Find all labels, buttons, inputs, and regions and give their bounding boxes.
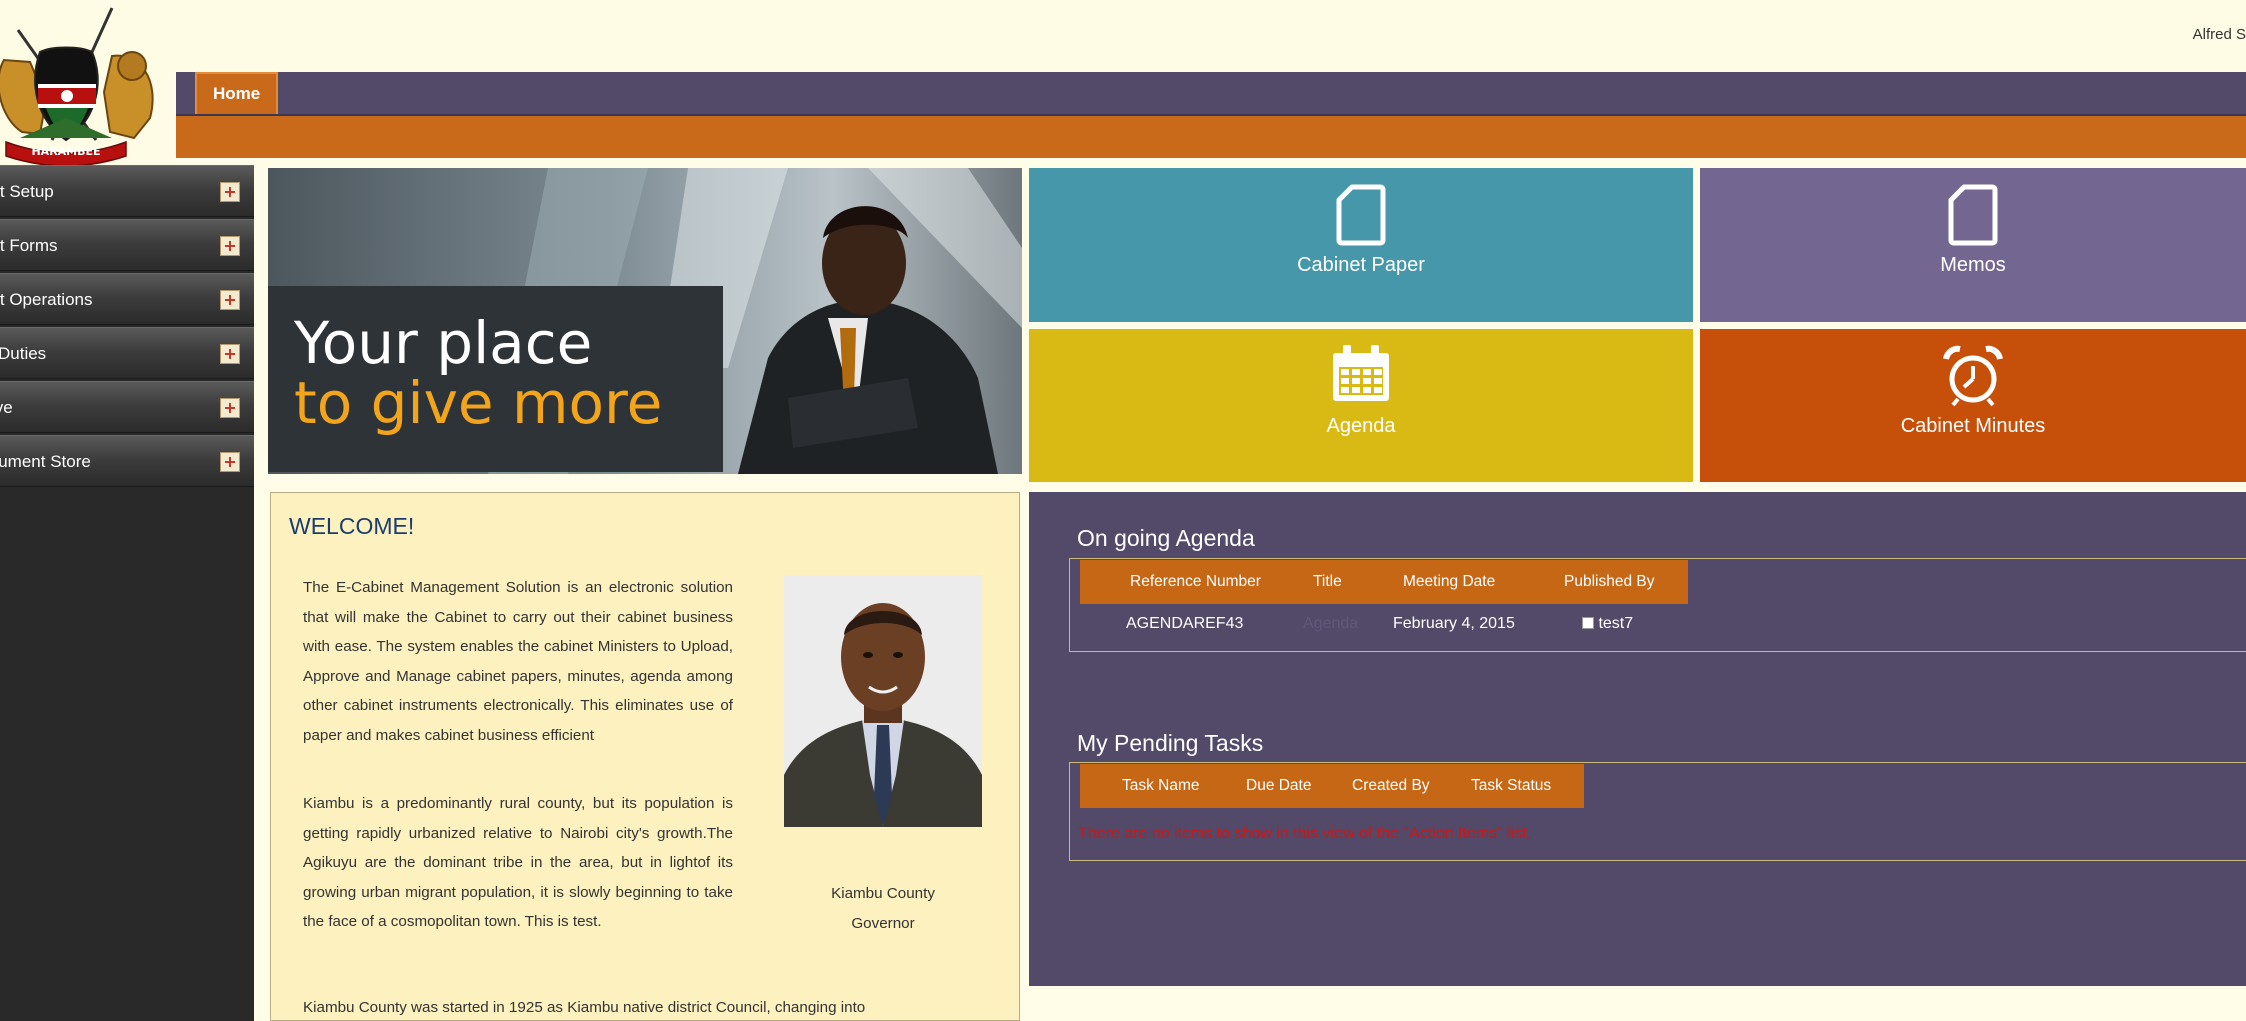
tile-agenda[interactable]: Agenda bbox=[1029, 329, 1693, 482]
sidebar-item-text: Duties bbox=[0, 344, 47, 363]
sidebar-item-cabinet-forms[interactable]: Cabinet Forms bbox=[0, 219, 254, 271]
photo-caption-line: Kiambu County bbox=[831, 885, 935, 902]
column-header[interactable]: Task Name bbox=[1122, 764, 1200, 808]
expand-icon[interactable] bbox=[220, 290, 240, 310]
welcome-paragraph: Kiambu is a predominantly rural county, … bbox=[303, 795, 733, 930]
meeting-date-cell: February 4, 2015 bbox=[1393, 615, 1515, 632]
hero-banner: Your place to give more bbox=[268, 168, 1022, 474]
tile-cabinet-paper[interactable]: Cabinet Paper bbox=[1029, 168, 1693, 322]
alarm-clock-icon bbox=[1943, 345, 2003, 407]
table-header: Task Name Due Date Created By Task Statu… bbox=[1080, 764, 1584, 808]
sidebar-item-label: Document Store bbox=[0, 436, 200, 488]
main-navbar: Home bbox=[176, 72, 2246, 116]
calendar-icon bbox=[1333, 345, 1389, 401]
document-icon bbox=[1948, 184, 1998, 246]
welcome-paragraph: Kiambu County was started in 1925 as Kia… bbox=[303, 999, 866, 1016]
table-header: Reference Number Title Meeting Date Publ… bbox=[1080, 560, 1688, 604]
sidebar-item-label: Cabinet Forms bbox=[0, 220, 200, 272]
empty-list-message: There are no items to show in this view … bbox=[1078, 825, 1532, 842]
dashboard-panel: On going Agenda Reference Number Title M… bbox=[1029, 492, 2246, 986]
governor-photo bbox=[784, 575, 982, 827]
sidebar-item-label: Cabinet Setup bbox=[0, 166, 200, 218]
photo-caption: Kiambu County Governor bbox=[783, 879, 983, 939]
photo-caption-line: Governor bbox=[851, 915, 915, 932]
sidebar-item-label: Archive bbox=[0, 382, 200, 434]
sidebar-item-duties[interactable]: Duties bbox=[0, 327, 254, 379]
tile-label: Cabinet Paper bbox=[1297, 254, 1425, 276]
tile-label: Agenda bbox=[1326, 415, 1396, 437]
sidebar-item-label: Cabinet Operations bbox=[0, 274, 200, 326]
sidebar: Cabinet Setup Cabinet Forms Cabinet Oper… bbox=[0, 165, 254, 1021]
welcome-paragraph: The E-Cabinet Management Solution is an … bbox=[303, 579, 733, 744]
sidebar-item-text: Archive bbox=[0, 398, 13, 417]
tile-label: Memos bbox=[1940, 254, 2006, 276]
column-header[interactable]: Created By bbox=[1352, 764, 1430, 808]
column-header[interactable]: Task Status bbox=[1471, 764, 1551, 808]
published-by-name[interactable]: test7 bbox=[1598, 615, 1633, 632]
tab-home[interactable]: Home bbox=[195, 72, 279, 114]
expand-icon[interactable] bbox=[220, 182, 240, 202]
user-name[interactable]: Alfred S bbox=[2193, 26, 2246, 43]
expand-icon[interactable] bbox=[220, 398, 240, 418]
banner-subheading: to give more bbox=[294, 369, 663, 437]
ongoing-agenda-table: Reference Number Title Meeting Date Publ… bbox=[1069, 558, 2246, 652]
sidebar-item-archive[interactable]: Archive bbox=[0, 381, 254, 433]
pending-tasks-title: My Pending Tasks bbox=[1077, 730, 1264, 756]
published-by-cell: test7 bbox=[1582, 615, 1633, 633]
sub-navbar bbox=[176, 116, 2246, 158]
tile-memos[interactable]: Memos bbox=[1700, 168, 2246, 322]
column-header[interactable]: Reference Number bbox=[1130, 560, 1261, 604]
svg-text:HARAMBEE: HARAMBEE bbox=[31, 145, 100, 158]
sidebar-item-text: Document Store bbox=[0, 452, 91, 471]
tile-label: Cabinet Minutes bbox=[1900, 415, 2046, 437]
document-icon bbox=[1336, 184, 1386, 246]
sidebar-item-label: Duties bbox=[0, 328, 200, 380]
expand-icon[interactable] bbox=[220, 236, 240, 256]
sidebar-item-text: Cabinet Operations bbox=[0, 290, 93, 309]
column-header[interactable]: Meeting Date bbox=[1403, 560, 1495, 604]
banner-caption: Your place to give more bbox=[268, 286, 723, 472]
sidebar-item-text: Cabinet Setup bbox=[0, 182, 54, 201]
tile-cabinet-minutes[interactable]: Cabinet Minutes bbox=[1700, 329, 2246, 482]
welcome-title: WELCOME! bbox=[289, 513, 415, 539]
sidebar-item-cabinet-operations[interactable]: Cabinet Operations bbox=[0, 273, 254, 325]
expand-icon[interactable] bbox=[220, 344, 240, 364]
column-header[interactable]: Title bbox=[1313, 560, 1342, 604]
reference-number-link[interactable]: AGENDAREF43 bbox=[1126, 615, 1243, 633]
ongoing-agenda-title: On going Agenda bbox=[1077, 525, 1255, 551]
top-header: Alfred S bbox=[0, 0, 2246, 72]
welcome-panel: WELCOME! The E-Cabinet Management Soluti… bbox=[270, 492, 1020, 1021]
expand-icon[interactable] bbox=[220, 452, 240, 472]
column-header[interactable]: Published By bbox=[1564, 560, 1654, 604]
county-coat-of-arms-logo: HARAMBEE bbox=[0, 0, 170, 165]
sidebar-item-document-store[interactable]: Document Store bbox=[0, 435, 254, 487]
column-header[interactable]: Due Date bbox=[1246, 764, 1311, 808]
presence-checkbox[interactable] bbox=[1582, 617, 1594, 629]
sidebar-item-cabinet-setup[interactable]: Cabinet Setup bbox=[0, 165, 254, 217]
agenda-title-cell[interactable]: Agenda bbox=[1303, 615, 1358, 633]
pending-tasks-table: Task Name Due Date Created By Task Statu… bbox=[1069, 762, 2246, 861]
banner-heading: Your place bbox=[294, 309, 593, 377]
sidebar-item-text: Cabinet Forms bbox=[0, 236, 58, 255]
